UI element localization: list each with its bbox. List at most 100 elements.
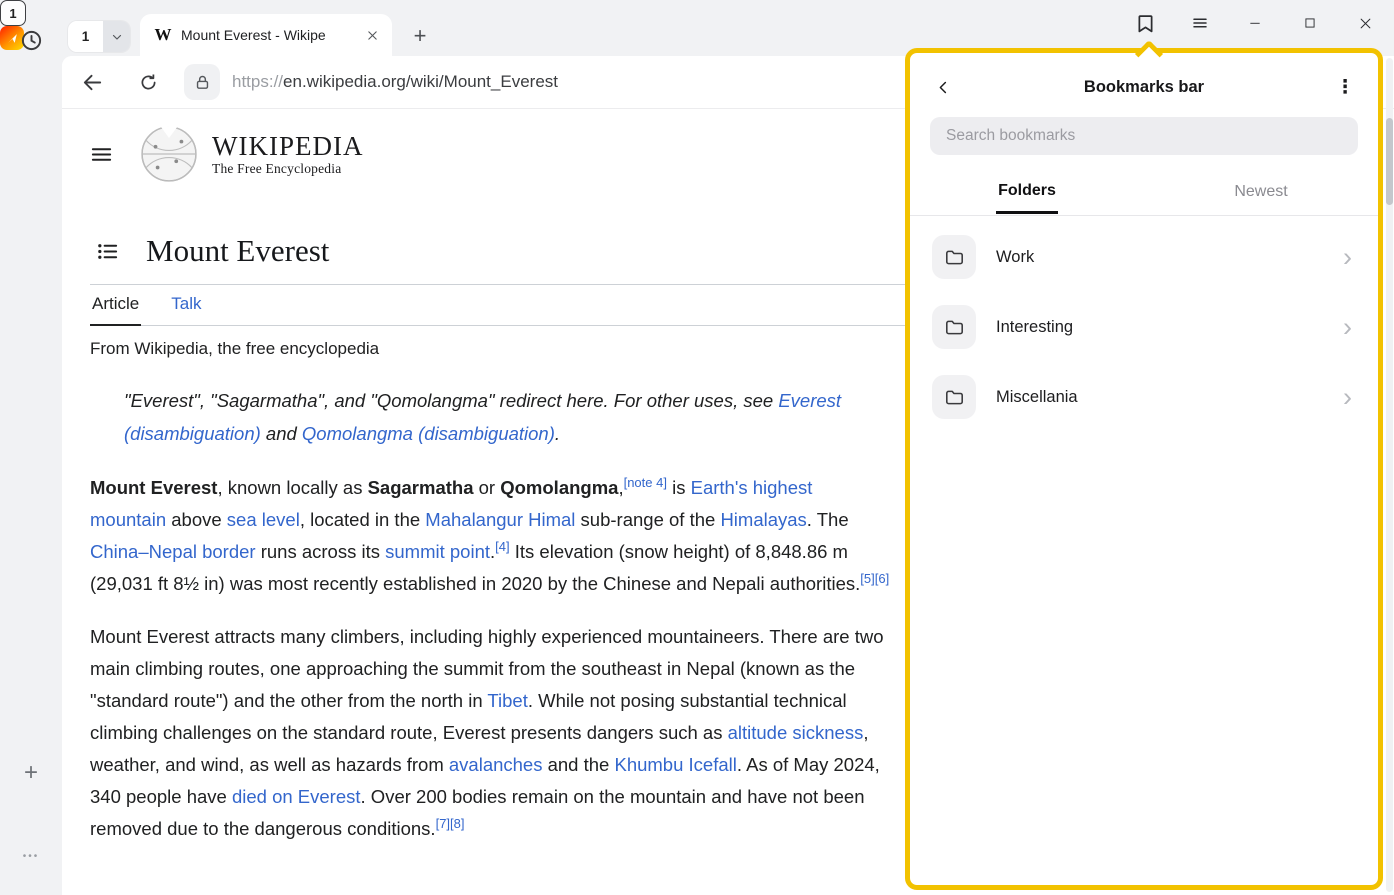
text-run: , known locally as	[217, 477, 367, 498]
chevron-left-icon	[936, 80, 951, 95]
text-run: runs across its	[256, 541, 386, 562]
window-controls	[1131, 9, 1379, 37]
panel-back-button[interactable]	[928, 72, 958, 102]
contents-list-icon[interactable]	[96, 240, 119, 263]
maximize-button[interactable]	[1296, 9, 1324, 37]
folder-row-work[interactable]: Work ›	[910, 222, 1378, 292]
text-run: Mount Everest	[90, 477, 217, 498]
tab-newest[interactable]: Newest	[1144, 169, 1378, 215]
folder-icon	[932, 375, 976, 419]
tab-group-chip[interactable]: 1	[68, 21, 130, 52]
bookmarks-panel: Bookmarks bar ⋮ Folders Newest Work ›	[905, 48, 1383, 890]
reference-link[interactable]: [5]	[860, 571, 874, 586]
text-run: Qomolangma	[500, 477, 618, 498]
folder-label: Miscellania	[996, 388, 1343, 407]
bookmarks-panel-tabs: Folders Newest	[910, 169, 1378, 216]
article-link[interactable]: China–Nepal border	[90, 541, 256, 562]
article-link[interactable]: Qomolangma (disambiguation)	[302, 423, 555, 444]
reference-link[interactable]: [6]	[875, 571, 889, 586]
minimize-icon	[1248, 16, 1262, 30]
article-paragraph-1: Mount Everest, known locally as Sagarmat…	[90, 472, 890, 600]
article-paragraph-2: Mount Everest attracts many climbers, in…	[90, 621, 890, 845]
reference-link[interactable]: [8]	[450, 816, 464, 831]
panel-menu-button[interactable]: ⋮	[1330, 72, 1360, 102]
reference-sup: [6]	[875, 571, 889, 586]
tab-group-count[interactable]: 1	[68, 21, 103, 52]
window-scrollbar[interactable]	[1386, 58, 1393, 892]
reference-sup: [4]	[495, 539, 509, 554]
bookmarks-panel-toggle[interactable]	[1131, 9, 1159, 37]
wordmark-title: WIKIPEDIA	[212, 131, 363, 161]
scrollbar-thumb[interactable]	[1386, 118, 1393, 205]
folder-icon	[932, 235, 976, 279]
text-run: and	[261, 423, 302, 444]
article-link[interactable]: Himalayas	[720, 509, 806, 530]
text-run: or	[474, 477, 501, 498]
text-run: "Everest", "Sagarmatha", and "Qomolangma…	[124, 390, 778, 411]
back-button[interactable]	[78, 68, 106, 96]
article-link[interactable]: summit point	[385, 541, 490, 562]
text-run: is	[667, 477, 691, 498]
text-run: above	[166, 509, 227, 530]
article-link[interactable]: altitude sickness	[728, 722, 864, 743]
chevron-down-icon[interactable]	[103, 21, 130, 52]
reload-button[interactable]	[134, 68, 162, 96]
bookmarks-search-input[interactable]	[944, 126, 1344, 146]
chevron-right-icon: ›	[1343, 247, 1352, 267]
history-clock-button[interactable]	[0, 28, 62, 52]
article-link[interactable]: died on Everest	[232, 786, 361, 807]
text-run: sub-range of the	[575, 509, 720, 530]
article-link[interactable]: Mahalangur Himal	[425, 509, 575, 530]
article-link[interactable]: Tibet	[487, 690, 527, 711]
reference-sup: [8]	[450, 816, 464, 831]
article-link[interactable]: avalanches	[449, 754, 543, 775]
close-icon	[1358, 16, 1373, 31]
text-run: Sagarmatha	[368, 477, 474, 498]
active-tab[interactable]: W Mount Everest - Wikipe	[140, 14, 392, 56]
tab-counter-badge[interactable]: 1	[0, 0, 26, 26]
wikipedia-globe-logo[interactable]	[140, 125, 198, 183]
maximize-icon	[1303, 16, 1317, 30]
chevron-right-icon: ›	[1343, 387, 1352, 407]
tab-talk[interactable]: Talk	[169, 285, 203, 325]
reference-sup: [5]	[860, 571, 874, 586]
reference-sup: [7]	[436, 816, 450, 831]
folder-icon	[932, 305, 976, 349]
folder-row-miscellania[interactable]: Miscellania ›	[910, 362, 1378, 432]
article-link[interactable]: sea level	[227, 509, 300, 530]
kebab-icon: ⋮	[1336, 76, 1355, 99]
reference-sup: [note 4]	[624, 475, 667, 490]
folder-row-interesting[interactable]: Interesting ›	[910, 292, 1378, 362]
browser-window: 1 + ••• 1 W Mount Everest - Wikipe +	[0, 0, 1394, 895]
bookmarks-folder-list: Work › Interesting › Miscellania ›	[910, 216, 1378, 432]
wikipedia-favicon-icon: W	[154, 26, 172, 44]
tab-close-icon[interactable]	[362, 25, 382, 45]
reference-link[interactable]: [note 4]	[624, 475, 667, 490]
wikipedia-wordmark[interactable]: WIKIPEDIA The Free Encyclopedia	[212, 131, 363, 177]
bookmarks-search[interactable]	[930, 117, 1358, 155]
reload-icon	[138, 72, 159, 93]
bookmarks-panel-header: Bookmarks bar ⋮	[910, 61, 1378, 113]
hamburger-icon	[90, 143, 114, 166]
browser-menu-button[interactable]	[1186, 9, 1214, 37]
reference-link[interactable]: [4]	[495, 539, 509, 554]
address-bar[interactable]: https://en.wikipedia.org/wiki/Mount_Ever…	[232, 72, 558, 92]
clock-icon	[20, 29, 43, 52]
text-run: . The	[807, 509, 849, 530]
article-link[interactable]: Khumbu Icefall	[614, 754, 736, 775]
tab-title: Mount Everest - Wikipe	[181, 27, 356, 43]
site-security-button[interactable]	[184, 64, 220, 100]
minimize-button[interactable]	[1241, 9, 1269, 37]
new-tab-button[interactable]: +	[406, 22, 434, 50]
hamburger-icon	[1191, 14, 1209, 32]
reference-link[interactable]: [7]	[436, 816, 450, 831]
sidebar-more-button[interactable]: •••	[0, 848, 62, 864]
tab-article[interactable]: Article	[90, 285, 141, 326]
tab-folders[interactable]: Folders	[910, 169, 1144, 215]
wiki-menu-button[interactable]	[90, 143, 114, 166]
close-button[interactable]	[1351, 9, 1379, 37]
text-run: , located in the	[300, 509, 425, 530]
url-scheme: https://	[232, 72, 283, 91]
sidebar-add-button[interactable]: +	[0, 760, 62, 786]
folder-label: Work	[996, 248, 1343, 267]
